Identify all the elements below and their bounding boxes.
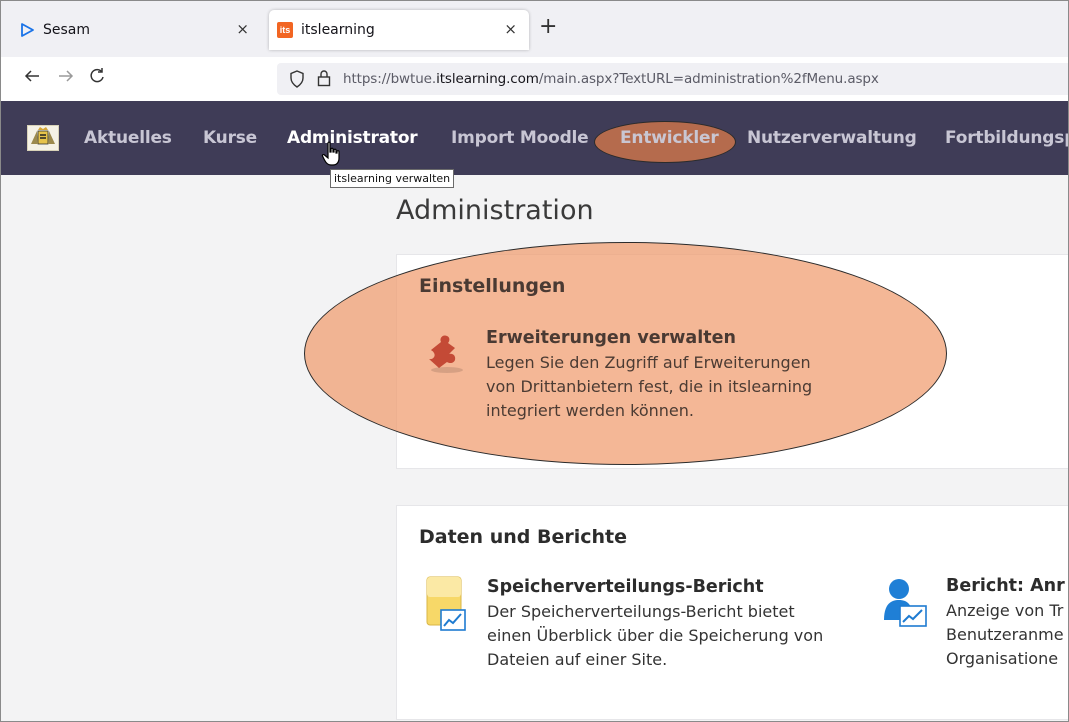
- item-title-erweiterungen[interactable]: Erweiterungen verwalten: [486, 328, 736, 348]
- page-title: Administration: [396, 195, 594, 226]
- nav-item-nutzerverwaltung[interactable]: Nutzerverwaltung: [747, 128, 917, 148]
- tab-label: Sesam: [43, 22, 91, 38]
- reload-icon[interactable]: [88, 67, 106, 90]
- nav-item-aktuelles[interactable]: Aktuelles: [84, 128, 172, 148]
- nav-item-kurse[interactable]: Kurse: [203, 128, 257, 148]
- nav-item-entwickler[interactable]: Entwickler: [620, 128, 719, 148]
- user-chart-icon: [883, 578, 931, 633]
- address-bar[interactable]: https://bwtue.itslearning.com/main.aspx?…: [277, 63, 1068, 95]
- shield-icon[interactable]: [289, 70, 305, 93]
- navigation-toolbar: https://bwtue.itslearning.com/main.aspx?…: [1, 57, 1068, 101]
- close-tab-icon[interactable]: ×: [504, 20, 517, 38]
- tab-itslearning[interactable]: its itslearning ×: [269, 10, 529, 50]
- coat-of-arms-logo[interactable]: [27, 125, 59, 151]
- nav-item-administrator[interactable]: Administrator: [287, 128, 418, 148]
- puzzle-piece-icon: [425, 332, 471, 379]
- itslearning-logo-icon: its: [277, 22, 293, 38]
- hand-cursor-icon: [321, 141, 343, 172]
- new-tab-button[interactable]: +: [539, 16, 557, 38]
- site-top-navigation: Aktuelles Kurse Administrator Import Moo…: [1, 101, 1068, 175]
- folder-chart-icon: [423, 576, 467, 637]
- forward-arrow-icon[interactable]: [57, 67, 75, 90]
- nav-item-import-moodle[interactable]: Import Moodle: [451, 128, 589, 148]
- item-title-speicherverteilung[interactable]: Speicherverteilungs-Bericht: [487, 577, 764, 597]
- url-text: https://bwtue.itslearning.com/main.aspx?…: [343, 71, 879, 87]
- section-title: Daten und Berichte: [419, 526, 627, 548]
- tab-label: itslearning: [301, 22, 375, 38]
- item-description-bericht-anmeldungen: Anzeige von Tr Benutzeranme Organisation…: [946, 601, 1064, 668]
- item-title-bericht-anmeldungen[interactable]: Bericht: Anr: [946, 576, 1065, 596]
- browser-window: Sesam × its itslearning × + https://bwtu…: [0, 0, 1069, 722]
- lock-icon[interactable]: [317, 69, 331, 92]
- close-tab-icon[interactable]: ×: [236, 20, 249, 38]
- tab-sesam[interactable]: Sesam ×: [11, 10, 261, 50]
- tooltip: itslearning verwalten: [330, 169, 455, 188]
- tab-strip: Sesam × its itslearning × +: [1, 1, 1068, 57]
- play-triangle-icon: [19, 22, 35, 38]
- section-title: Einstellungen: [419, 275, 566, 297]
- item-description-speicherverteilung: Der Speicherverteilungs-Bericht bietet e…: [487, 602, 824, 669]
- nav-item-fortbildung[interactable]: Fortbildungsp: [945, 128, 1068, 148]
- item-description-erweiterungen: Legen Sie den Zugriff auf Erweiterungen …: [486, 353, 813, 420]
- back-arrow-icon[interactable]: [23, 67, 41, 90]
